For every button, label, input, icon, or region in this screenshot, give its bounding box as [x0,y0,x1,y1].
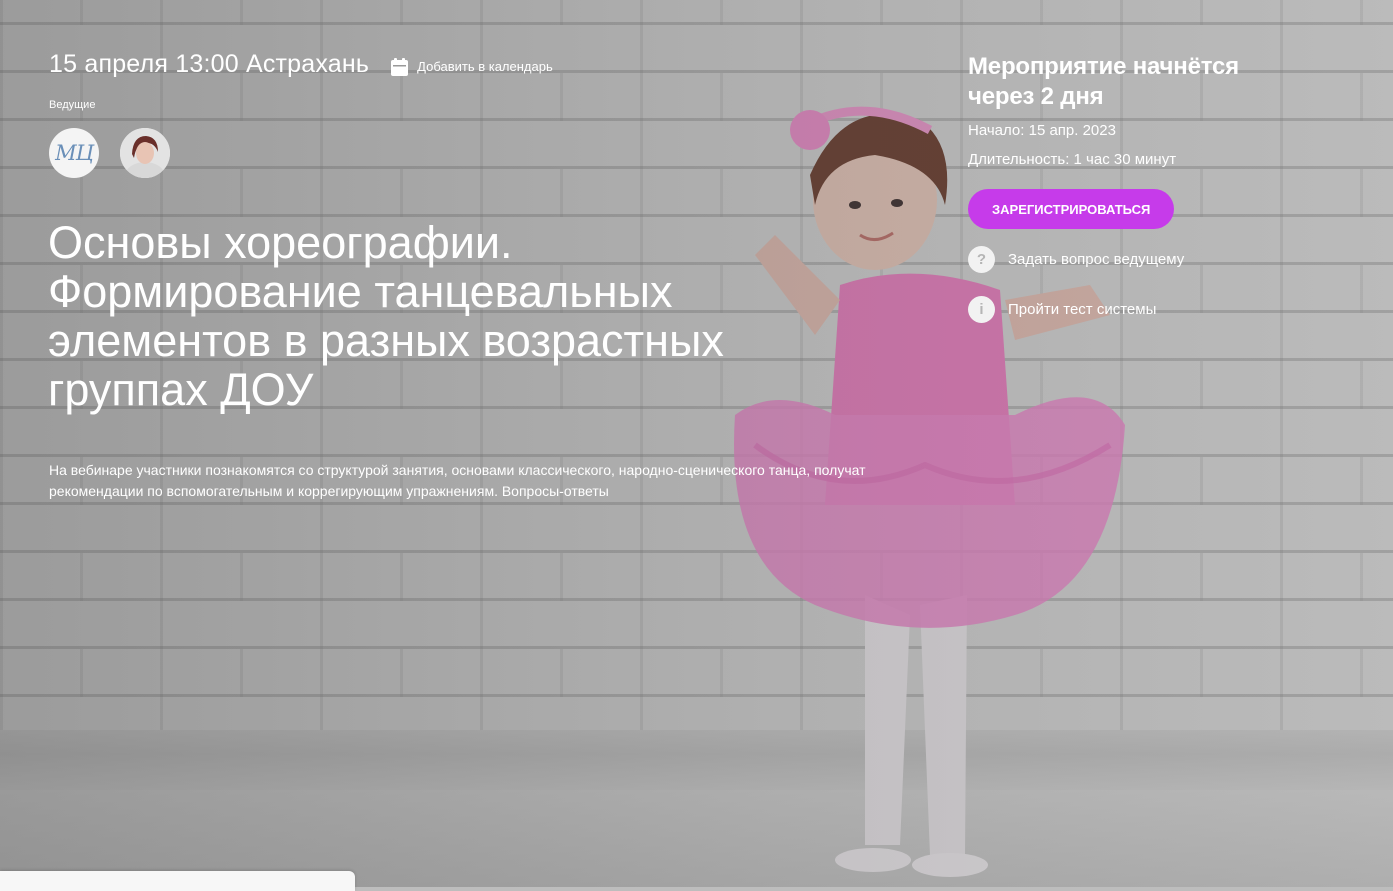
host-logo-text: МЦ [55,141,94,165]
bottom-panel-tab[interactable] [0,871,355,891]
hosts-label: Ведущие [49,99,96,111]
duration: Длительность: 1 час 30 минут [968,151,1177,168]
start-date: Начало: 15 апр. 2023 [968,122,1116,139]
event-title: Основы хореографии. Формирование танцева… [48,217,724,415]
add-to-calendar-link[interactable]: Добавить в календарь [391,57,553,76]
event-side-panel: Мероприятие начнётся через 2 дня Начало:… [968,52,1298,329]
host-avatar-logo[interactable]: МЦ [49,128,99,178]
event-topline: 15 апреля 13:00 Астрахань Добавить в кал… [49,50,553,79]
system-test-label: Пройти тест системы [1008,300,1157,318]
event-date-time: 15 апреля 13:00 Астрахань [49,50,370,78]
system-test-link[interactable]: i Пройти тест системы [968,289,1298,329]
host-avatar-photo[interactable] [120,128,170,178]
countdown-heading: Мероприятие начнётся через 2 дня [968,53,1239,110]
calendar-icon [391,57,409,76]
question-icon: ? [968,245,995,273]
hosts-avatars: МЦ [49,128,170,178]
register-button[interactable]: Зарегистрироваться [968,189,1175,229]
add-to-calendar-label: Добавить в календарь [417,59,553,74]
host-photo [120,128,170,178]
ask-question-label: Задать вопрос ведущему [1008,250,1185,268]
ask-question-link[interactable]: ? Задать вопрос ведущему [968,239,1298,279]
info-icon: i [968,295,995,323]
event-description: На вебинаре участники познакомятся со ст… [49,462,866,499]
